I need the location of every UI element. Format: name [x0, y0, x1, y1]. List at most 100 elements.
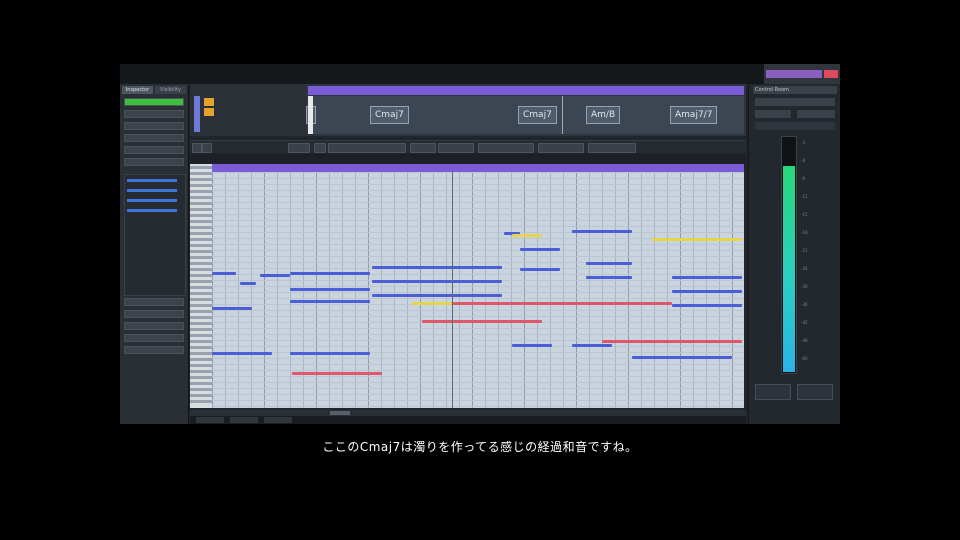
record-icon[interactable] [204, 98, 214, 106]
midi-note[interactable] [290, 352, 370, 355]
midi-note[interactable] [240, 282, 256, 285]
tab-visibility[interactable]: Visibility [155, 86, 186, 94]
chord-event[interactable]: Amaj7/7 [670, 106, 718, 124]
inspector-row[interactable] [124, 158, 184, 166]
midi-note[interactable] [572, 230, 632, 233]
piano-key[interactable] [190, 316, 212, 319]
tab-mixconsole[interactable] [230, 417, 258, 423]
piano-key[interactable] [190, 334, 212, 337]
tool-button[interactable] [288, 143, 310, 153]
midi-note[interactable] [212, 307, 252, 310]
piano-key[interactable] [190, 280, 212, 283]
piano-key[interactable] [190, 370, 212, 373]
tool-button[interactable] [202, 143, 212, 153]
inspector-section[interactable] [124, 310, 184, 318]
midi-note[interactable] [586, 262, 632, 265]
cr-dim[interactable] [755, 122, 835, 130]
piano-key[interactable] [190, 178, 212, 181]
midi-note[interactable] [212, 352, 272, 355]
piano-key[interactable] [190, 394, 212, 397]
scale-menu[interactable] [588, 143, 636, 153]
midi-note[interactable] [512, 344, 552, 347]
midi-note[interactable] [442, 302, 672, 305]
midi-note[interactable] [372, 266, 502, 269]
piano-key[interactable] [190, 268, 212, 271]
snap-menu[interactable] [438, 143, 474, 153]
cr-selector[interactable] [755, 98, 835, 106]
editor-ruler[interactable] [212, 164, 744, 172]
inspector-section[interactable] [124, 298, 184, 306]
piano-key[interactable] [190, 304, 212, 307]
piano-key[interactable] [190, 166, 212, 169]
control-room-tab[interactable] [766, 70, 822, 78]
piano-key[interactable] [190, 196, 212, 199]
piano-key[interactable] [190, 358, 212, 361]
midi-note[interactable] [520, 268, 560, 271]
midi-note[interactable] [520, 248, 560, 251]
chord-event[interactable]: Cmaj7 [370, 106, 409, 124]
inspector-row[interactable] [124, 134, 184, 142]
piano-key[interactable] [190, 364, 212, 367]
midi-note[interactable] [292, 372, 382, 375]
tool-button[interactable] [192, 143, 202, 153]
midi-note[interactable] [422, 320, 542, 323]
piano-key[interactable] [190, 298, 212, 301]
midi-note[interactable] [412, 302, 452, 305]
piano-key[interactable] [190, 340, 212, 343]
cr-button[interactable] [755, 110, 791, 118]
piano-key[interactable] [190, 262, 212, 265]
chord-event[interactable]: Am/B [586, 106, 621, 124]
midi-note[interactable] [632, 356, 732, 359]
inspector-section[interactable] [124, 346, 184, 354]
piano-key[interactable] [190, 232, 212, 235]
chord-event[interactable]: Cmaj7 [518, 106, 557, 124]
note-grid[interactable] [212, 172, 744, 408]
midi-note[interactable] [372, 294, 502, 297]
piano-key[interactable] [190, 172, 212, 175]
piano-key[interactable] [190, 190, 212, 193]
piano-key[interactable] [190, 238, 212, 241]
tab-inspector[interactable]: Inspector [122, 86, 153, 94]
midi-note[interactable] [586, 276, 632, 279]
piano-key[interactable] [190, 202, 212, 205]
cr-bottom-button[interactable] [755, 384, 791, 400]
piano-key[interactable] [190, 220, 212, 223]
piano-keys[interactable] [190, 164, 213, 408]
midi-note[interactable] [672, 276, 742, 279]
tab-chord-pads[interactable] [264, 417, 292, 423]
piano-key[interactable] [190, 388, 212, 391]
quantize-menu[interactable] [328, 143, 406, 153]
cr-button[interactable] [797, 110, 835, 118]
piano-key[interactable] [190, 346, 212, 349]
piano-key[interactable] [190, 376, 212, 379]
piano-key[interactable] [190, 214, 212, 217]
track-name-field[interactable] [124, 98, 184, 106]
timeline-ruler[interactable] [308, 86, 744, 95]
midi-note[interactable] [290, 288, 370, 291]
grid-menu[interactable] [478, 143, 534, 153]
midi-note[interactable] [290, 300, 370, 303]
monitor-icon[interactable] [204, 108, 214, 116]
close-icon[interactable] [824, 70, 838, 78]
midi-note[interactable] [602, 340, 742, 343]
tab-editor[interactable] [196, 417, 224, 423]
midi-note[interactable] [672, 304, 742, 307]
midi-note[interactable] [260, 274, 290, 277]
tool-button[interactable] [314, 143, 326, 153]
inspector-section[interactable] [124, 322, 184, 330]
piano-key[interactable] [190, 244, 212, 247]
piano-key[interactable] [190, 310, 212, 313]
color-menu[interactable] [538, 143, 584, 153]
piano-key[interactable] [190, 274, 212, 277]
piano-key[interactable] [190, 328, 212, 331]
piano-key[interactable] [190, 322, 212, 325]
piano-key[interactable] [190, 250, 212, 253]
piano-key[interactable] [190, 208, 212, 211]
midi-note[interactable] [652, 238, 742, 241]
midi-note[interactable] [212, 272, 236, 275]
inspector-row[interactable] [124, 122, 184, 130]
piano-key[interactable] [190, 292, 212, 295]
midi-note[interactable] [512, 234, 542, 237]
inspector-section[interactable] [124, 334, 184, 342]
track-header[interactable] [190, 84, 306, 136]
